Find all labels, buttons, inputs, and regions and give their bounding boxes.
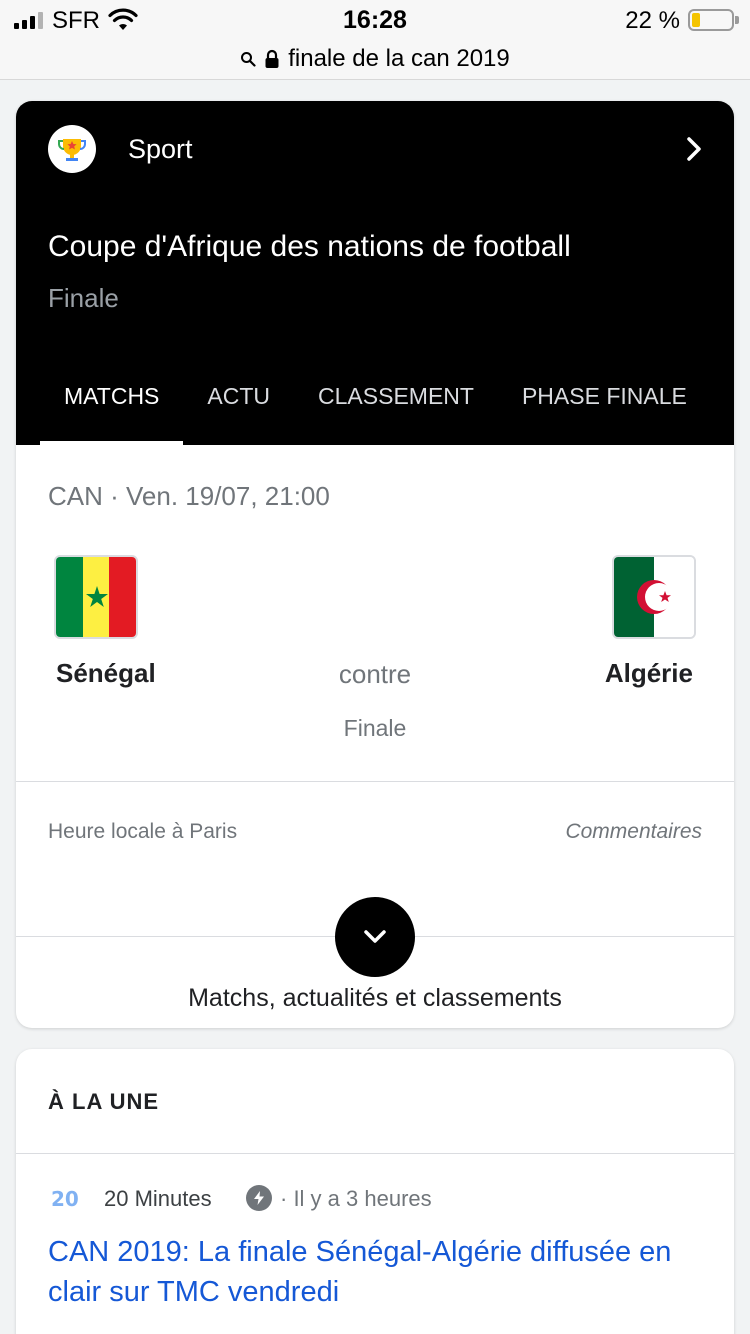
url-text[interactable]: finale de la can 2019 xyxy=(288,45,510,73)
battery-percentage: 22 % xyxy=(625,7,680,34)
match-stage: Finale xyxy=(343,715,407,741)
more-results-link[interactable]: Matchs, actualités et classements xyxy=(16,984,734,1013)
competition-subtitle: Finale xyxy=(48,283,119,313)
svg-text:20: 20 xyxy=(51,1187,78,1211)
expand-button[interactable] xyxy=(335,897,415,977)
news-source-name: 20 Minutes xyxy=(104,1186,212,1211)
chevron-down-icon xyxy=(364,930,386,943)
match-meta: CAN · Ven. 19/07, 21:00 xyxy=(48,481,330,511)
local-time-note: Heure locale à Paris xyxy=(48,820,238,843)
battery-level xyxy=(692,13,700,27)
lock-icon xyxy=(265,49,279,68)
algeria-flag-icon[interactable] xyxy=(612,555,696,639)
away-team-name[interactable]: Algérie xyxy=(605,658,693,689)
sport-category-label[interactable]: Sport xyxy=(128,134,193,165)
sport-results-card: Sport Coupe d'Afrique des nations de foo… xyxy=(16,101,734,1028)
competition-title: Coupe d'Afrique des nations de football xyxy=(48,230,571,263)
search-icon xyxy=(241,52,256,67)
amp-lightning-icon xyxy=(246,1185,272,1211)
url-bar[interactable]: finale de la can 2019 xyxy=(0,40,750,80)
divider xyxy=(16,1153,734,1154)
top-stories-heading: À LA UNE xyxy=(48,1089,160,1114)
trophy-icon xyxy=(48,125,96,173)
news-headline-link[interactable]: CAN 2019: La finale Sénégal-Algérie diff… xyxy=(48,1232,708,1312)
battery-icon xyxy=(688,9,739,31)
status-bar: SFR 16:28 22 % xyxy=(0,0,750,40)
news-time-ago: · Il y a 3 heures xyxy=(280,1186,432,1211)
top-stories-card: À LA UNE 20 20 Minutes · Il y a 3 heures… xyxy=(16,1049,734,1334)
tab-classement[interactable]: CLASSEMENT xyxy=(294,371,498,445)
tab-phase-finale[interactable]: PHASE FINALE xyxy=(498,371,711,445)
20-minutes-logo-icon: 20 xyxy=(51,1187,78,1211)
tab-actu[interactable]: ACTU xyxy=(183,371,294,445)
senegal-flag-icon[interactable] xyxy=(54,555,138,639)
chevron-right-icon[interactable] xyxy=(682,135,706,163)
divider xyxy=(16,781,734,782)
sport-card-header: Sport Coupe d'Afrique des nations de foo… xyxy=(16,101,734,445)
comments-link[interactable]: Commentaires xyxy=(565,820,702,844)
sport-tabs: MATCHS ACTU CLASSEMENT PHASE FINALE xyxy=(40,371,711,445)
tab-matchs[interactable]: MATCHS xyxy=(40,371,184,445)
